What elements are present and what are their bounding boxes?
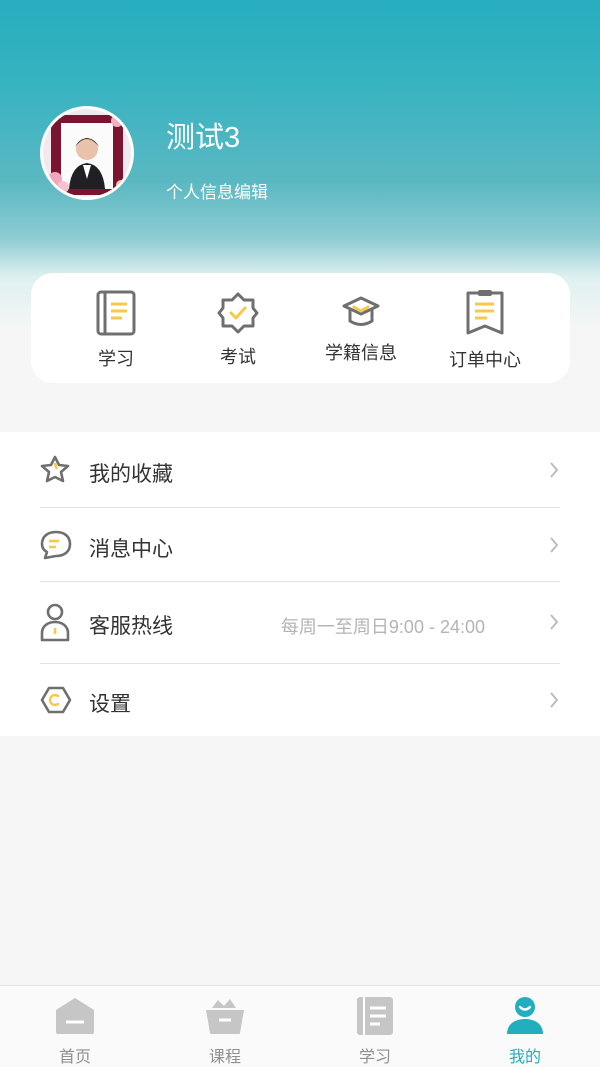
clipboard-icon xyxy=(466,290,504,335)
quick-action-label: 学习 xyxy=(98,349,134,370)
menu-item-label: 消息中心 xyxy=(89,537,173,561)
username: 测试3 xyxy=(166,122,241,154)
quick-actions-card: 学习 考试 学籍信息 订单中心 xyxy=(31,273,570,383)
tab-label: 我的 xyxy=(508,1047,541,1066)
profile-icon xyxy=(507,997,543,1034)
chevron-right-icon xyxy=(550,692,559,708)
tab-study[interactable]: 学习 xyxy=(300,986,450,1067)
quick-action-study[interactable]: 学习 xyxy=(61,273,171,383)
tab-label: 课程 xyxy=(208,1047,241,1066)
tab-label: 首页 xyxy=(58,1047,91,1066)
exam-badge-icon xyxy=(217,292,259,334)
settings-menu: 我的收藏 消息中心 客服热线 每周一至周日9:00 - 24:00 设置 xyxy=(0,432,600,736)
quick-action-label: 考试 xyxy=(220,347,256,368)
menu-item-favorites[interactable]: 我的收藏 xyxy=(0,432,600,508)
quick-action-label: 学籍信息 xyxy=(325,343,397,364)
bottom-tab-bar: 首页 课程 学习 我的 xyxy=(0,985,600,1067)
avatar-photo xyxy=(43,109,131,197)
chevron-right-icon xyxy=(550,537,559,553)
quick-action-label: 订单中心 xyxy=(449,350,521,371)
chevron-right-icon xyxy=(550,614,559,630)
graduation-cap-icon xyxy=(342,296,380,326)
star-icon xyxy=(40,455,70,483)
study-book-icon xyxy=(96,290,136,336)
quick-action-exam[interactable]: 考试 xyxy=(183,273,293,383)
quick-action-orders[interactable]: 订单中心 xyxy=(430,273,540,383)
course-basket-icon xyxy=(206,999,244,1034)
hotline-hours: 每周一至周日9:00 - 24:00 xyxy=(280,617,485,637)
menu-item-label: 客服热线 xyxy=(89,614,173,638)
study-notes-icon xyxy=(357,997,393,1035)
edit-profile-link[interactable]: 个人信息编辑 xyxy=(166,178,268,203)
menu-item-settings[interactable]: 设置 xyxy=(0,664,600,736)
customer-service-icon xyxy=(40,603,70,642)
tab-label: 学习 xyxy=(358,1047,391,1066)
chevron-right-icon xyxy=(550,462,559,478)
tab-profile[interactable]: 我的 xyxy=(450,986,600,1067)
message-icon xyxy=(40,530,72,560)
home-icon xyxy=(56,998,94,1034)
quick-action-enrollment[interactable]: 学籍信息 xyxy=(306,273,416,383)
menu-item-messages[interactable]: 消息中心 xyxy=(0,508,600,584)
menu-item-label: 设置 xyxy=(89,692,131,716)
avatar[interactable] xyxy=(40,106,134,200)
tab-courses[interactable]: 课程 xyxy=(150,986,300,1067)
menu-item-label: 我的收藏 xyxy=(89,462,173,486)
tab-home[interactable]: 首页 xyxy=(0,986,150,1067)
menu-item-hotline[interactable]: 客服热线 每周一至周日9:00 - 24:00 xyxy=(0,582,600,664)
settings-hexagon-icon xyxy=(40,686,72,714)
